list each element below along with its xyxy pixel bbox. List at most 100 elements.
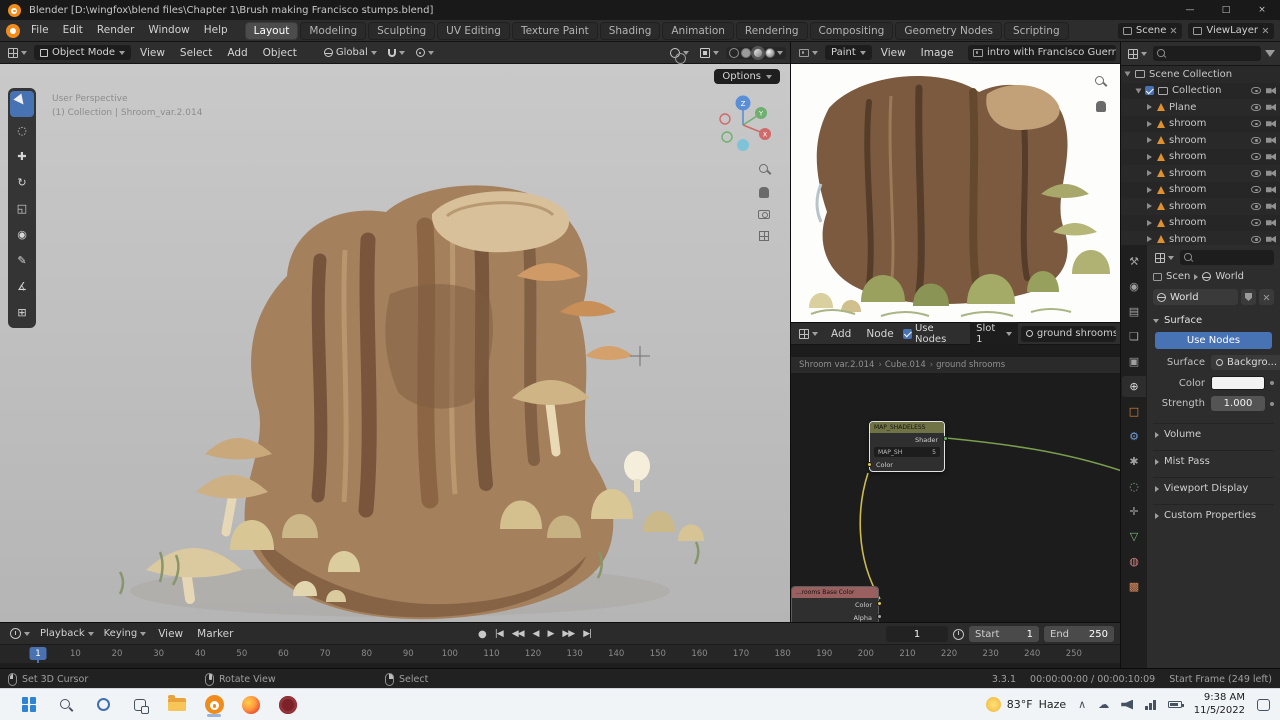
- properties-tab-constraints[interactable]: ✛: [1122, 501, 1146, 522]
- network-signal-icon[interactable]: [1145, 699, 1156, 710]
- editor-type-button[interactable]: [795, 47, 822, 59]
- slot-dropdown[interactable]: Slot 1: [970, 320, 1018, 347]
- disable-in-renders-icon[interactable]: [1266, 87, 1276, 95]
- transform-tool[interactable]: ◉: [10, 221, 34, 247]
- expand-icon[interactable]: [1147, 219, 1152, 226]
- task-view-button[interactable]: [129, 693, 151, 717]
- timeline-ruler[interactable]: 1 10 20 30 40 50 60 70 80 90 100 110 120 130 140 150 16…: [0, 645, 1120, 669]
- ortho-toggle-icon[interactable]: [759, 231, 769, 241]
- blender-taskbar-button[interactable]: [203, 693, 225, 717]
- shading-material-button[interactable]: [751, 45, 765, 60]
- blender-menu-icon[interactable]: [6, 23, 20, 38]
- expand-icon[interactable]: [1147, 153, 1152, 160]
- editor-type-button[interactable]: [4, 46, 31, 60]
- start-button[interactable]: [18, 693, 40, 717]
- image-canvas[interactable]: [791, 64, 1120, 322]
- notification-center-icon[interactable]: [1257, 698, 1270, 711]
- workspace-tab-shading[interactable]: Shading: [599, 21, 661, 40]
- viewport-menu-select[interactable]: Select: [174, 43, 218, 63]
- workspace-tab-scripting[interactable]: Scripting: [1003, 21, 1069, 40]
- viewlayer-selector[interactable]: ViewLayer: [1188, 22, 1274, 39]
- workspace-tab-sculpting[interactable]: Sculpting: [368, 21, 436, 40]
- close-button[interactable]: ×: [1244, 0, 1280, 20]
- properties-tab-object-data[interactable]: ▽: [1122, 526, 1146, 547]
- jump-to-start-button[interactable]: |◀: [495, 629, 504, 639]
- workspace-tab-animation[interactable]: Animation: [662, 21, 734, 40]
- disable-in-renders-icon[interactable]: [1266, 202, 1276, 210]
- scene-unlink-icon[interactable]: [1170, 27, 1177, 34]
- disable-in-renders-icon[interactable]: [1266, 235, 1276, 243]
- start-frame-field[interactable]: Start 1: [969, 626, 1039, 642]
- onedrive-cloud-icon[interactable]: ☁: [1098, 698, 1109, 711]
- select-box-tool[interactable]: [10, 91, 34, 117]
- playback-menu[interactable]: Playback: [36, 626, 98, 641]
- timeline-marker-menu[interactable]: Marker: [191, 624, 239, 644]
- hide-in-viewport-icon[interactable]: [1251, 136, 1261, 144]
- image-name-field[interactable]: intro with Francisco Guerr: [968, 44, 1116, 61]
- menu-edit[interactable]: Edit: [56, 20, 90, 41]
- viewport-menu-view[interactable]: View: [134, 43, 171, 63]
- current-frame-field[interactable]: 1: [886, 626, 948, 642]
- properties-tab-material[interactable]: ◍: [1122, 551, 1146, 572]
- outliner-row-shroom[interactable]: shroom: [1121, 215, 1280, 232]
- collection-checkbox[interactable]: [1145, 86, 1154, 96]
- color-input-socket[interactable]: [866, 462, 872, 467]
- hide-in-viewport-icon[interactable]: [1251, 235, 1261, 243]
- surface-section-header[interactable]: Surface: [1153, 315, 1274, 326]
- timeline-view-menu[interactable]: View: [152, 624, 189, 644]
- viewport-display-section[interactable]: Viewport Display: [1153, 477, 1274, 499]
- volume-section[interactable]: Volume: [1153, 423, 1274, 445]
- weather-widget[interactable]: 83°F Haze: [985, 697, 1066, 712]
- unlink-button[interactable]: [1259, 289, 1274, 305]
- properties-tab-view-layer[interactable]: ❏: [1122, 326, 1146, 347]
- end-frame-field[interactable]: End 250: [1044, 626, 1114, 642]
- hide-in-viewport-icon[interactable]: [1251, 202, 1261, 210]
- cortana-button[interactable]: [92, 693, 114, 717]
- use-nodes-button[interactable]: Use Nodes: [1155, 332, 1272, 349]
- rotate-tool[interactable]: ↻: [10, 169, 34, 195]
- options-dropdown[interactable]: Options: [714, 69, 780, 84]
- proportional-editing-toggle[interactable]: [412, 46, 438, 59]
- fake-user-button[interactable]: [1241, 289, 1256, 305]
- maximize-button[interactable]: □: [1208, 0, 1244, 20]
- outliner-row-shroom[interactable]: shroom: [1121, 149, 1280, 166]
- alpha-output-socket[interactable]: [876, 614, 882, 619]
- viewport-menu-object[interactable]: Object: [257, 43, 303, 63]
- expand-icon[interactable]: [1147, 236, 1152, 243]
- keying-menu[interactable]: Keying: [100, 626, 151, 641]
- navigation-gizmo[interactable]: Z Y X: [712, 92, 774, 154]
- outliner-row-scene-collection[interactable]: Scene Collection: [1121, 66, 1280, 83]
- scale-tool[interactable]: ◱: [10, 195, 34, 221]
- outliner-search-input[interactable]: [1153, 46, 1261, 61]
- world-datablock-field[interactable]: World: [1153, 289, 1238, 305]
- shader-node-canvas[interactable]: Shroom var.2.014 Cube.014 ground shrooms…: [791, 345, 1120, 622]
- hide-in-viewport-icon[interactable]: [1251, 103, 1261, 111]
- properties-tab-texture[interactable]: ▩: [1122, 576, 1146, 597]
- transform-orientation-dropdown[interactable]: Global: [320, 45, 381, 60]
- image-mode-dropdown[interactable]: Paint: [825, 45, 872, 60]
- camera-view-icon[interactable]: [758, 210, 770, 219]
- file-explorer-button[interactable]: [166, 693, 188, 717]
- add-cube-tool[interactable]: ⊞: [10, 299, 34, 325]
- minimize-button[interactable]: —: [1172, 0, 1208, 20]
- workspace-tab-uv-editing[interactable]: UV Editing: [437, 21, 510, 40]
- workspace-tab-modeling[interactable]: Modeling: [300, 21, 367, 40]
- mode-dropdown[interactable]: Object Mode: [34, 45, 131, 60]
- outliner-row-shroom[interactable]: shroom: [1121, 116, 1280, 133]
- properties-search-input[interactable]: [1180, 250, 1274, 265]
- pan-hand-icon[interactable]: [1095, 101, 1106, 112]
- hide-in-viewport-icon[interactable]: [1251, 169, 1261, 177]
- workspace-tab-geometry-nodes[interactable]: Geometry Nodes: [895, 21, 1002, 40]
- filter-icon[interactable]: [1265, 50, 1275, 57]
- jump-to-end-button[interactable]: ▶|: [583, 629, 592, 639]
- image-menu-view[interactable]: View: [875, 43, 912, 63]
- expand-icon[interactable]: [1124, 71, 1131, 77]
- zoom-icon[interactable]: [758, 164, 770, 175]
- pan-hand-icon[interactable]: [759, 187, 769, 198]
- record-button[interactable]: ●: [478, 629, 487, 640]
- properties-tab-output[interactable]: ▤: [1122, 301, 1146, 322]
- editor-type-button[interactable]: [1126, 47, 1149, 61]
- speaker-icon[interactable]: [1121, 699, 1134, 710]
- menu-window[interactable]: Window: [141, 20, 196, 41]
- cursor-tool[interactable]: ◌: [10, 117, 34, 143]
